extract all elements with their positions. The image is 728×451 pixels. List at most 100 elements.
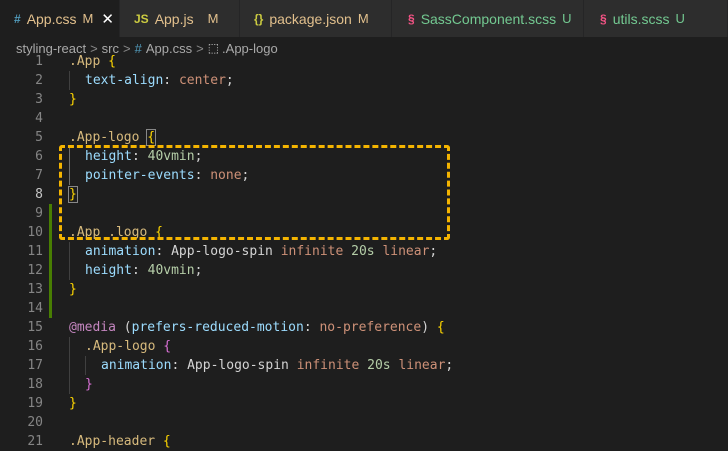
line-number: 7 [35,168,43,183]
code-token: { [163,339,172,354]
code-line[interactable]: 16 .App-logo { [0,337,728,356]
git-change-marker[interactable] [49,261,52,280]
code-token: App-logo-spin [187,358,289,373]
code-line[interactable]: 8} [0,185,728,204]
code-text: .App { [69,52,116,71]
line-number: 1 [35,54,43,69]
git-change-marker[interactable] [49,242,52,261]
line-number: 14 [27,301,43,316]
code-line[interactable]: 14 [0,299,728,318]
code-text: .App .logo { [69,223,163,242]
code-token: } [68,186,78,203]
indent-guide [69,261,70,280]
tab-status: M [357,11,369,26]
code-token: height [85,149,132,164]
code-editor[interactable]: 1 .App {2 text-align: center; 3} 4 5 .App-logo… [0,54,728,451]
tab-app-css[interactable]: # App.css M ✕ [0,0,120,37]
line-number: 17 [27,358,43,373]
git-change-marker[interactable] [49,223,52,242]
code-line[interactable]: 13} [0,280,728,299]
tab-label: utils.scss [612,10,670,27]
code-line[interactable]: 21 .App-header { [0,432,728,451]
code-line[interactable]: 1 .App { [0,52,728,71]
code-line[interactable]: 18} [0,375,728,394]
code-text: } [68,185,78,204]
code-text: height: 40vmin; [85,261,202,280]
code-line[interactable]: 5 .App-logo { [0,128,728,147]
code-text: } [69,394,77,413]
tab-label: App.css [26,10,77,27]
code-token: ( [115,320,132,335]
code-line[interactable]: 7 pointer-events: none; [0,166,728,185]
code-line[interactable]: 10 .App .logo { [0,223,728,242]
code-token: .App [69,54,109,69]
git-change-marker[interactable] [49,280,52,299]
line-number: 3 [35,92,43,107]
indent-guide [85,356,86,375]
code-token: } [69,282,77,297]
code-token: infinite [296,358,360,373]
git-change-marker[interactable] [49,299,52,318]
code-line[interactable]: 19} [0,394,728,413]
code-token: ; [445,358,454,373]
code-token: .App-logo [85,339,156,354]
code-token: no-preference [319,320,422,335]
code-line[interactable]: 6 height: 40vmin; [0,147,728,166]
code-line[interactable]: 15 @media (prefers-reduced-motion: no-pre… [0,318,728,337]
code-line[interactable]: 4 [0,109,728,128]
code-token: height [85,263,132,278]
code-line[interactable]: 3} [0,90,728,109]
indent-guide [69,147,70,166]
code-token: center [178,73,226,88]
code-token: .App-logo [69,130,140,145]
code-token: ; [194,263,203,278]
code-text: } [85,375,93,394]
tab-package-json[interactable]: {} package.json M [240,0,392,37]
code-text: pointer-events: none; [85,166,249,185]
tab-app-js[interactable]: JS App.js M [120,0,240,37]
code-line[interactable]: 17 animation: App-logo-spin infinite 20s … [0,356,728,375]
code-token: : [171,358,188,373]
code-text: @media (prefers-reduced-motion: no-prefe… [69,318,445,337]
sass-file-icon: § [600,11,607,26]
close-icon[interactable]: ✕ [101,10,114,28]
code-token: ; [225,73,234,88]
code-text: .App-header { [69,432,171,451]
code-text: animation: App-logo-spin infinite 20s li… [101,356,453,375]
code-line[interactable]: 20 [0,413,728,432]
code-line[interactable]: 12 height: 40vmin; [0,261,728,280]
indent-guide [69,71,70,90]
line-number: 4 [35,111,43,126]
code-token: pointer-events [85,168,195,183]
code-token: : [163,73,179,88]
indent-guide [69,337,70,356]
line-number: 19 [27,396,43,411]
tab-sass-component[interactable]: § SassComponent.scss U [392,0,584,37]
line-number: 15 [27,320,43,335]
code-token: : [131,149,148,164]
code-token: { [146,129,157,146]
code-token: } [69,92,77,107]
code-token: { [162,434,171,449]
code-token: } [69,396,77,411]
code-token: ; [429,244,438,259]
css-file-icon: # [14,11,21,26]
code-token: infinite [280,244,344,259]
code-token: : [155,244,172,259]
line-number: 5 [35,130,43,145]
code-token: { [108,54,116,69]
git-change-marker[interactable] [49,204,52,223]
tab-utils-scss[interactable]: § utils.scss U [584,0,728,37]
line-number: 11 [27,244,43,259]
code-line[interactable]: 9 [0,204,728,223]
code-line[interactable]: 11 animation: App-logo-spin infinite 20s … [0,242,728,261]
code-text: text-align: center; [85,71,234,90]
indent-guide [69,356,70,375]
tab-status: M [207,11,219,26]
code-token: animation [101,358,172,373]
code-text: } [69,280,77,299]
code-line[interactable]: 2 text-align: center; [0,71,728,90]
code-text: } [69,90,77,109]
